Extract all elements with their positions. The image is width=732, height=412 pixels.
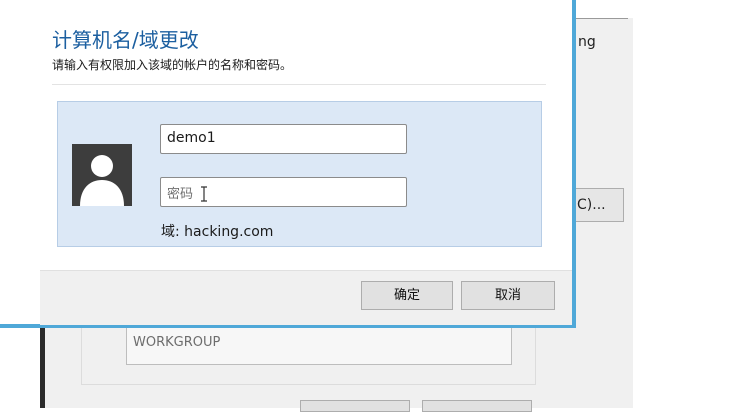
password-field[interactable]: 密码 [160, 177, 407, 207]
domain-label: 域: hacking.com [161, 224, 274, 240]
user-avatar-icon [72, 144, 132, 206]
ok-button[interactable]: 确定 [361, 281, 453, 310]
background-window-edge [568, 18, 628, 19]
dialog-title: 计算机名/域更改 [52, 28, 199, 52]
cancel-button[interactable]: 取消 [461, 281, 555, 310]
workgroup-field[interactable]: WORKGROUP [126, 327, 512, 365]
background-button[interactable] [422, 400, 532, 412]
background-text-fragment: ng [578, 34, 596, 50]
background-change-button[interactable]: C)... [572, 188, 624, 222]
username-field[interactable]: demo1 [160, 124, 407, 154]
dialog-instructions: 请输入有权限加入该域的帐户的名称和密码。 [52, 58, 293, 72]
background-button[interactable] [300, 400, 410, 412]
divider [52, 84, 546, 85]
text-cursor-icon [200, 186, 208, 202]
